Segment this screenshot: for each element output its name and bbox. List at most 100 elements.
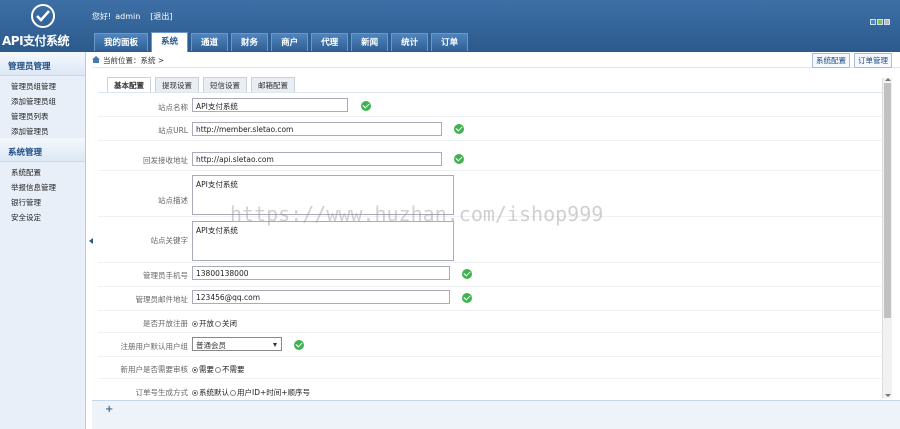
need-review-radio-group: 需要 不需要 [192, 364, 245, 375]
skin-green-icon[interactable] [877, 19, 883, 25]
radio-need-label: 需要 [199, 365, 214, 374]
form-row-need-review: 新用户是否需要审核 需要 不需要 [98, 357, 882, 379]
form-row-order-format: 订单号生成方式 系统默认 用户ID+时间+顺序号 [98, 379, 882, 397]
main-nav: 我的面板 系统 通道 财务 商户 代理 新闻 统计 订单 [94, 32, 471, 52]
admin-phone-label: 管理员手机号 [143, 271, 188, 280]
radio-no-need-label: 不需要 [222, 365, 245, 374]
radio-close[interactable] [215, 320, 221, 327]
breadcrumb: 当前位置：系统 > [103, 56, 165, 65]
scroll-down-icon[interactable] [885, 394, 891, 397]
nav-tab-8[interactable]: 订单 [431, 33, 469, 51]
sidebar-item[interactable]: 安全设定 [0, 209, 85, 224]
settings-form: 站点名称 API支付系统 站点URL http://member.sletao.… [98, 92, 882, 397]
form-row-site-desc: 站点描述 API支付系统 [98, 171, 882, 217]
logo-text: API支付系统 [2, 34, 70, 48]
sidebar-group-title[interactable]: 管理员管理 [0, 52, 85, 76]
sidebar-item[interactable]: 管理员组管理 [0, 78, 85, 93]
sidebar: 管理员管理管理员组管理 添加管理员组 管理员列表 添加管理员 系统管理系统配置 举报信息管… [0, 52, 86, 429]
skin-switcher [869, 18, 890, 27]
admin-phone-input[interactable]: 13800138000 [192, 266, 450, 280]
nav-tab-1[interactable]: 系统 [151, 32, 189, 52]
site-desc-label: 站点描述 [158, 196, 188, 205]
valid-check-icon [361, 101, 371, 111]
form-row-admin-email: 管理员邮件地址 123456@qq.com [98, 287, 882, 311]
system-config-button[interactable]: 系统配置 [812, 53, 850, 68]
tab-email-config[interactable]: 邮箱配置 [251, 77, 295, 92]
form-row-site-keywords: 站点关键字 API支付系统 [98, 217, 882, 263]
site-name-label: 站点名称 [158, 103, 188, 112]
skin-blue-icon[interactable] [870, 19, 876, 25]
default-group-label: 注册用户默认用户组 [120, 342, 189, 351]
callback-url-input[interactable]: http://api.sletao.com [192, 152, 442, 166]
quick-buttons: 系统配置 订单管理 [808, 53, 892, 68]
radio-userid-time-seq-label: 用户ID+时间+顺序号 [237, 388, 311, 397]
order-format-radio-group: 系统默认 用户ID+时间+顺序号 [192, 387, 310, 397]
radio-no-need[interactable] [215, 366, 221, 373]
sidebar-item[interactable]: 添加管理员组 [0, 93, 85, 108]
default-group-value: 普通会员 [196, 341, 226, 350]
order-manage-button[interactable]: 订单管理 [854, 53, 892, 68]
nav-tab-4[interactable]: 商户 [271, 33, 309, 51]
valid-check-icon [454, 124, 464, 134]
radio-system-default[interactable] [192, 389, 198, 396]
admin-email-input[interactable]: 123456@qq.com [192, 290, 450, 304]
tab-withdraw-settings[interactable]: 提现设置 [155, 77, 199, 92]
scroll-thumb[interactable] [884, 83, 891, 318]
radio-need[interactable] [192, 366, 198, 373]
open-register-radio-group: 开放 关闭 [192, 318, 237, 329]
greeting-prefix: 您好! [92, 12, 112, 21]
username: admin [115, 12, 141, 21]
logo[interactable]: API支付系统 [0, 0, 88, 52]
form-row-callback-url: 回发接收地址 http://api.sletao.com [98, 141, 882, 171]
valid-check-icon [462, 293, 472, 303]
nav-tab-6[interactable]: 新闻 [351, 33, 389, 51]
form-row-open-register: 是否开放注册 开放 关闭 [98, 311, 882, 333]
sidebar-item[interactable]: 银行管理 [0, 194, 85, 209]
logout-link[interactable]: [退出] [150, 12, 172, 21]
radio-open-label: 开放 [199, 319, 214, 328]
callback-url-label: 回发接收地址 [143, 156, 188, 165]
radio-open[interactable] [192, 320, 198, 327]
nav-tab-5[interactable]: 代理 [311, 33, 349, 51]
nav-tab-0[interactable]: 我的面板 [94, 33, 149, 51]
nav-tab-2[interactable]: 通道 [191, 33, 229, 51]
skin-gray-icon[interactable] [884, 19, 890, 25]
plus-icon[interactable]: + [105, 404, 113, 415]
collapse-sidebar-icon[interactable] [89, 238, 93, 244]
sidebar-group-title[interactable]: 系统管理 [0, 138, 85, 162]
form-row-site-url: 站点URL http://member.sletao.com [98, 117, 882, 141]
admin-email-label: 管理员邮件地址 [135, 295, 189, 304]
nav-tab-3[interactable]: 财务 [231, 33, 269, 51]
valid-check-icon [454, 154, 464, 164]
breadcrumb-bar: 当前位置：系统 > 系统配置 订单管理 [92, 52, 900, 68]
header: API支付系统 您好! admin [退出] 我的面板 系统 通道 财务 商户 代理 新闻 统计订… [0, 0, 900, 52]
nav-tab-7[interactable]: 统计 [391, 33, 429, 51]
radio-userid-time-seq[interactable] [230, 389, 236, 396]
default-group-select[interactable]: 普通会员 [192, 337, 282, 351]
radio-system-default-label: 系统默认 [199, 388, 229, 397]
home-icon [92, 56, 100, 63]
sidebar-item[interactable]: 添加管理员 [0, 123, 85, 138]
sidebar-item[interactable]: 系统配置 [0, 164, 85, 179]
form-row-default-group: 注册用户默认用户组 普通会员 [98, 333, 882, 357]
site-url-label: 站点URL [158, 126, 188, 135]
settings-tabs: 基本配置 提现设置 短信设置 邮箱配置 [107, 77, 299, 92]
site-name-input[interactable]: API支付系统 [192, 98, 348, 112]
check-logo-icon [31, 4, 55, 28]
chevron-down-icon [273, 343, 277, 347]
site-url-input[interactable]: http://member.sletao.com [192, 122, 442, 136]
order-format-label: 订单号生成方式 [135, 388, 189, 397]
radio-close-label: 关闭 [222, 319, 237, 328]
sidebar-item[interactable]: 管理员列表 [0, 108, 85, 123]
footer-bar: + [92, 400, 900, 429]
tab-sms-settings[interactable]: 短信设置 [203, 77, 247, 92]
content-scrollbar[interactable] [882, 78, 892, 398]
valid-check-icon [294, 340, 304, 350]
sidebar-item[interactable]: 举报信息管理 [0, 179, 85, 194]
user-greeting: 您好! admin [退出] [92, 11, 177, 22]
valid-check-icon [462, 269, 472, 279]
site-keywords-textarea[interactable]: API支付系统 [192, 221, 454, 261]
scroll-up-icon[interactable] [885, 78, 891, 81]
site-desc-textarea[interactable]: API支付系统 [192, 175, 454, 215]
tab-basic-config[interactable]: 基本配置 [107, 77, 151, 92]
